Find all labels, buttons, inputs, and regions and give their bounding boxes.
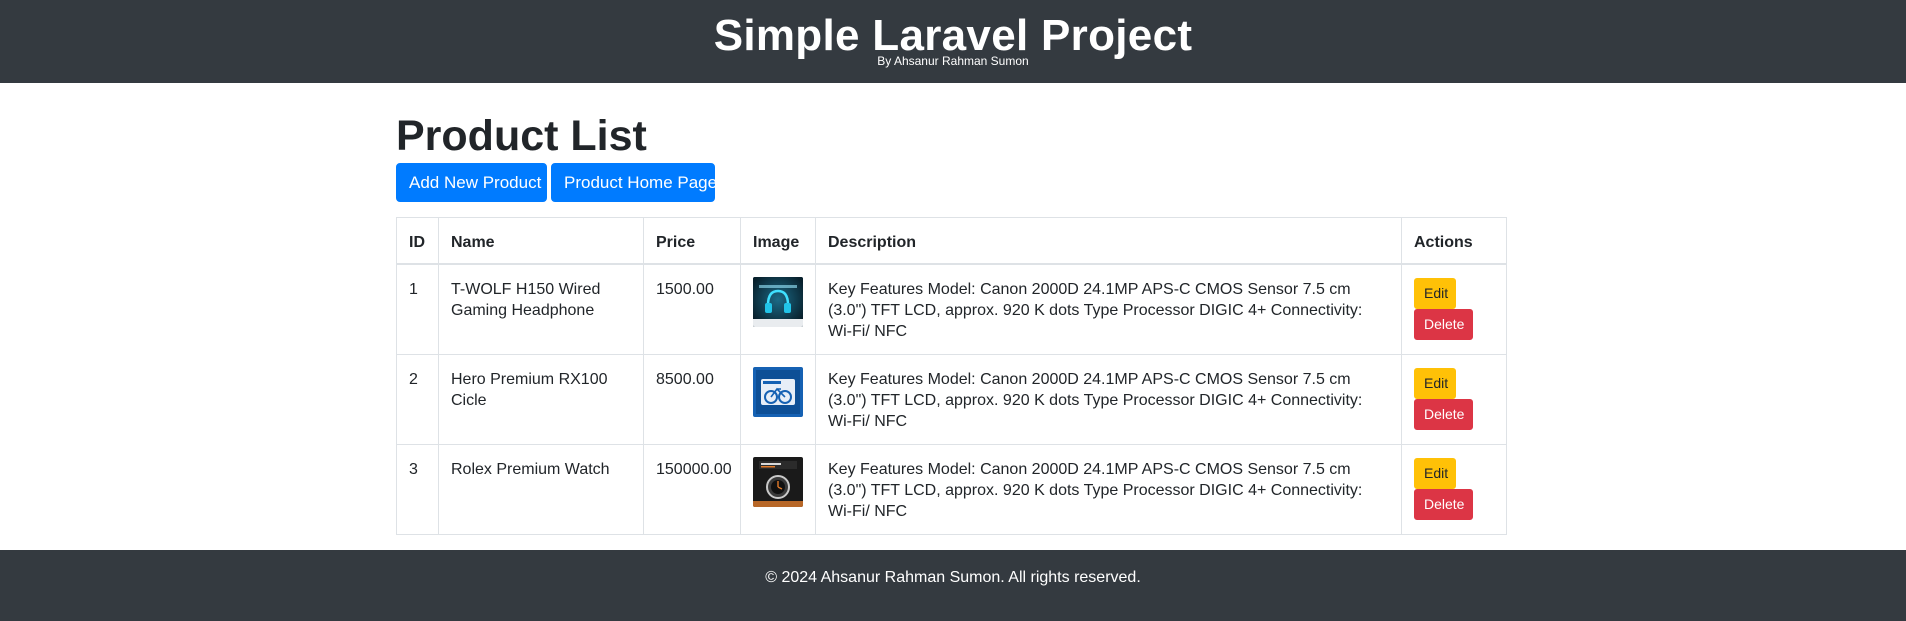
- table-row: 3 Rolex Premium Watch 150000.00 Key Feat…: [396, 444, 1507, 535]
- product-image-cell: [740, 263, 816, 355]
- product-actions: Edit Delete: [1401, 444, 1507, 535]
- edit-button[interactable]: Edit: [1414, 458, 1456, 489]
- site-subtitle: By Ahsanur Rahman Sumon: [877, 54, 1029, 68]
- footer-copyright: © 2024 Ahsanur Rahman Sumon. All rights …: [765, 569, 1141, 586]
- product-name: Hero Premium RX100 Cicle: [438, 354, 644, 445]
- column-header-id: ID: [396, 217, 439, 265]
- table-row: 2 Hero Premium RX100 Cicle 8500.00 Key F…: [396, 354, 1507, 445]
- product-name: Rolex Premium Watch: [438, 444, 644, 535]
- column-header-actions: Actions: [1401, 217, 1507, 265]
- edit-button[interactable]: Edit: [1414, 368, 1456, 399]
- cycle-thumbnail: [753, 367, 803, 417]
- product-id: 2: [396, 354, 439, 445]
- product-name: T-WOLF H150 Wired Gaming Headphone: [438, 263, 644, 355]
- product-image-cell: [740, 354, 816, 445]
- table-header-row: ID Name Price Image Description Actions: [396, 217, 1507, 265]
- column-header-image: Image: [740, 217, 816, 265]
- column-header-name: Name: [438, 217, 644, 265]
- site-footer: © 2024 Ahsanur Rahman Sumon. All rights …: [0, 550, 1906, 621]
- column-header-description: Description: [815, 217, 1402, 265]
- site-header: Simple Laravel Project By Ahsanur Rahman…: [0, 0, 1906, 83]
- product-home-page-button[interactable]: Product Home Page: [551, 163, 717, 202]
- product-image-cell: [740, 444, 816, 535]
- edit-button[interactable]: Edit: [1414, 278, 1456, 309]
- product-actions: Edit Delete: [1401, 263, 1507, 355]
- product-price: 8500.00: [643, 354, 741, 445]
- delete-button[interactable]: Delete: [1414, 399, 1473, 430]
- table-row: 1 T-WOLF H150 Wired Gaming Headphone 150…: [396, 263, 1507, 355]
- product-description: Key Features Model: Canon 2000D 24.1MP A…: [815, 354, 1402, 445]
- product-id: 3: [396, 444, 439, 535]
- product-description: Key Features Model: Canon 2000D 24.1MP A…: [815, 263, 1402, 355]
- product-price: 1500.00: [643, 263, 741, 355]
- add-new-product-button[interactable]: Add New Product: [396, 163, 547, 202]
- watch-thumbnail: [753, 457, 803, 507]
- column-header-price: Price: [643, 217, 741, 265]
- product-description: Key Features Model: Canon 2000D 24.1MP A…: [815, 444, 1402, 535]
- product-table: ID Name Price Image Description Actions …: [396, 217, 1507, 535]
- product-actions: Edit Delete: [1401, 354, 1507, 445]
- delete-button[interactable]: Delete: [1414, 489, 1473, 520]
- delete-button[interactable]: Delete: [1414, 309, 1473, 340]
- product-price: 150000.00: [643, 444, 741, 535]
- page-title: Product List: [396, 112, 647, 160]
- product-id: 1: [396, 263, 439, 355]
- headphone-thumbnail: [753, 277, 803, 327]
